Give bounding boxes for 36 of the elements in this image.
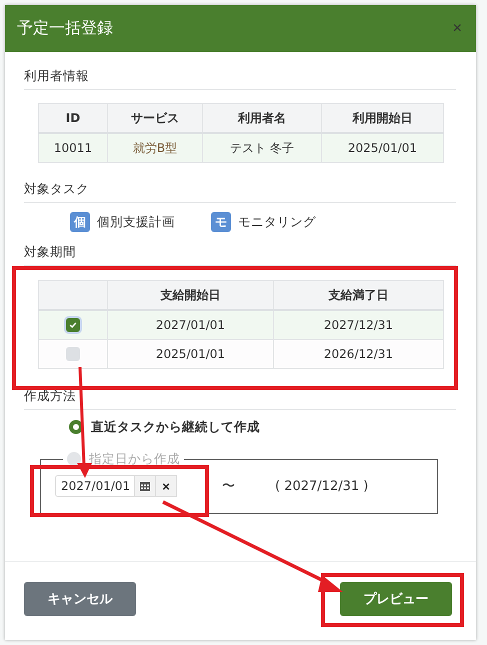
table-cell: 2025/01/01 [322, 133, 444, 162]
task-label: 個別支援計画 [97, 214, 175, 230]
section-heading: 対象タスク [24, 179, 456, 203]
preview-button[interactable]: プレビュー [340, 582, 452, 616]
section-heading: 対象期間 [24, 242, 456, 266]
table-cell: テスト 冬子 [202, 133, 322, 162]
task-badge: 個 [70, 212, 90, 232]
dialog-title: 予定一括登録 [17, 18, 113, 39]
table-cell: 2027/01/01 [108, 310, 274, 340]
task-label: モニタリング [238, 214, 316, 230]
column-header: 支給開始日 [108, 280, 274, 310]
column-header: 利用開始日 [322, 104, 444, 133]
task-badge: モ [211, 212, 231, 232]
section-heading: 作成方法 [24, 386, 456, 410]
table-cell: 2026/12/31 [274, 340, 444, 368]
check-icon [69, 321, 77, 330]
radio-option[interactable]: 直近タスクから継続して作成 [24, 417, 456, 437]
calendar-icon [139, 480, 151, 492]
column-header: ID [38, 104, 108, 133]
date-field[interactable]: 2027/01/01 [55, 475, 135, 497]
section-heading: 利用者情報 [24, 66, 456, 90]
close-button[interactable]: × [450, 20, 464, 38]
clear-button[interactable]: × [155, 475, 177, 497]
cancel-button[interactable]: キャンセル [24, 582, 136, 616]
column-header: 支給満了日 [274, 280, 444, 310]
checkbox[interactable] [66, 318, 80, 332]
table-cell: 2025/01/01 [108, 340, 274, 368]
range-separator: 〜 [222, 478, 235, 495]
table-cell: 就労B型 [108, 133, 202, 162]
column-header: 利用者名 [202, 104, 322, 133]
column-header: サービス [108, 104, 202, 133]
calendar-button[interactable] [134, 475, 156, 497]
checkbox[interactable] [66, 347, 80, 362]
end-date: ( 2027/12/31 ) [275, 478, 368, 494]
table-cell: 2027/12/31 [274, 310, 444, 340]
table-cell: 10011 [38, 133, 108, 162]
